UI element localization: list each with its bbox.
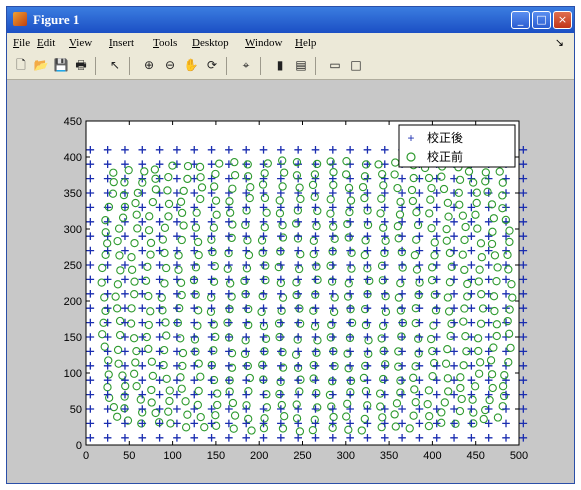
menu-overflow-icon[interactable]: ↘ bbox=[555, 36, 564, 49]
corrected-point bbox=[519, 318, 528, 327]
y-tick-label: 400 bbox=[64, 152, 82, 164]
legend-label-uncorrected: 校正前 bbox=[427, 149, 463, 164]
y-tick-label: 150 bbox=[64, 332, 82, 344]
corrected-point bbox=[519, 146, 528, 154]
x-tick-label: 250 bbox=[293, 450, 311, 462]
edit-plot-arrow-icon[interactable]: ↖ bbox=[107, 57, 123, 73]
y-tick-label: 300 bbox=[64, 224, 82, 236]
corrected-point bbox=[519, 174, 528, 183]
maximize-button[interactable]: □ bbox=[532, 11, 551, 29]
menu-edit[interactable]: Edit bbox=[37, 37, 55, 49]
legend-label-corrected: 校正後 bbox=[427, 130, 463, 145]
corrected-point bbox=[519, 419, 528, 428]
corrected-point bbox=[519, 203, 528, 212]
menu-window[interactable]: Window bbox=[245, 37, 282, 49]
data-cursor-icon[interactable]: ⌖ bbox=[238, 57, 254, 73]
corrected-point bbox=[519, 246, 528, 255]
zoom-out-icon[interactable]: ⊖ bbox=[162, 57, 178, 73]
title-bar[interactable]: Figure 1 _ □ × bbox=[7, 7, 574, 33]
close-button[interactable]: × bbox=[553, 11, 572, 29]
minimize-button[interactable]: _ bbox=[511, 11, 530, 29]
corrected-point bbox=[519, 275, 528, 284]
corrected-point bbox=[519, 390, 528, 399]
menu-insert[interactable]: Insert bbox=[109, 37, 134, 49]
legend[interactable]: + 校正後 校正前 bbox=[398, 124, 516, 168]
y-tick-labels: 0 50 100 150 200 250 300 350 400 450 bbox=[64, 116, 82, 452]
save-icon[interactable]: 💾 bbox=[53, 57, 69, 73]
pan-hand-icon[interactable]: ✋ bbox=[183, 57, 199, 73]
corrected-point bbox=[519, 362, 528, 370]
y-tick-label: 350 bbox=[64, 188, 82, 200]
menu-desktop[interactable]: Desktop bbox=[192, 37, 229, 49]
corrected-point bbox=[519, 261, 528, 269]
menu-file[interactable]: File bbox=[13, 37, 30, 49]
open-file-icon[interactable]: 📂 bbox=[33, 57, 49, 73]
figure-toolbar: 🗋 📂 💾 🖶 ↖ ⊕ ⊖ ✋ ⟳ ⌖ ▮ ▤ ▭ □ bbox=[7, 53, 574, 80]
y-tick-label: 50 bbox=[70, 404, 82, 416]
corrected-point bbox=[519, 333, 528, 341]
corrected-point bbox=[519, 232, 528, 240]
window-title: Figure 1 bbox=[33, 12, 80, 27]
toolbar-separator bbox=[129, 57, 130, 75]
toolbar-separator bbox=[226, 57, 227, 75]
figure-canvas-area: 0 50 100 150 200 250 300 350 400 450 500 0 50 100 150… bbox=[7, 80, 574, 483]
x-tick-label: 150 bbox=[207, 450, 225, 462]
x-tick-label: 50 bbox=[123, 450, 135, 462]
corrected-point bbox=[519, 434, 528, 442]
x-tick-label: 450 bbox=[467, 450, 485, 462]
menu-help[interactable]: Help bbox=[295, 37, 316, 49]
y-tick-label: 200 bbox=[64, 296, 82, 308]
x-tick-label: 350 bbox=[380, 450, 398, 462]
x-tick-label: 300 bbox=[337, 450, 355, 462]
corrected-point bbox=[519, 290, 528, 298]
menu-tools[interactable]: Tools bbox=[153, 37, 177, 49]
x-tick-label: 400 bbox=[423, 450, 441, 462]
y-tick-label: 250 bbox=[64, 260, 82, 272]
x-tick-labels: 0 50 100 150 200 250 300 350 400 450 500 bbox=[83, 450, 528, 462]
y-tick-label: 100 bbox=[64, 368, 82, 380]
new-figure-icon[interactable]: 🗋 bbox=[13, 57, 29, 73]
hide-plot-tools-icon[interactable]: ▭ bbox=[327, 57, 343, 73]
x-tick-label: 100 bbox=[163, 450, 181, 462]
matlab-logo-icon bbox=[13, 12, 27, 26]
legend-icon[interactable]: ▤ bbox=[293, 57, 309, 73]
corrected-point bbox=[519, 189, 528, 197]
x-tick-label: 500 bbox=[510, 450, 528, 462]
corrected-point bbox=[519, 160, 528, 168]
x-tick-label: 0 bbox=[83, 450, 89, 462]
colorbar-icon[interactable]: ▮ bbox=[272, 57, 288, 73]
toolbar-separator bbox=[260, 57, 261, 75]
figure-window: Figure 1 _ □ × File Edit View Insert Too… bbox=[6, 6, 575, 484]
legend-marker-corrected: + bbox=[407, 131, 414, 145]
corrected-point bbox=[519, 218, 528, 226]
corrected-point bbox=[519, 304, 528, 312]
corrected-point bbox=[519, 376, 528, 384]
scatter-plot[interactable]: 0 50 100 150 200 250 300 350 400 450 500 0 50 100 150… bbox=[7, 80, 574, 484]
menu-view[interactable]: View bbox=[69, 37, 92, 49]
toolbar-separator bbox=[95, 57, 96, 75]
show-plot-tools-icon[interactable]: □ bbox=[348, 57, 364, 73]
menu-bar: File Edit View Insert Tools Desktop Wind… bbox=[7, 33, 574, 53]
y-tick-label: 0 bbox=[76, 440, 82, 452]
rotate-3d-icon[interactable]: ⟳ bbox=[204, 57, 220, 73]
zoom-in-icon[interactable]: ⊕ bbox=[141, 57, 157, 73]
corrected-point bbox=[519, 405, 528, 413]
x-tick-label: 200 bbox=[250, 450, 268, 462]
y-tick-label: 450 bbox=[64, 116, 82, 128]
toolbar-separator bbox=[315, 57, 316, 75]
corrected-point bbox=[519, 347, 528, 356]
print-icon[interactable]: 🖶 bbox=[73, 57, 89, 73]
